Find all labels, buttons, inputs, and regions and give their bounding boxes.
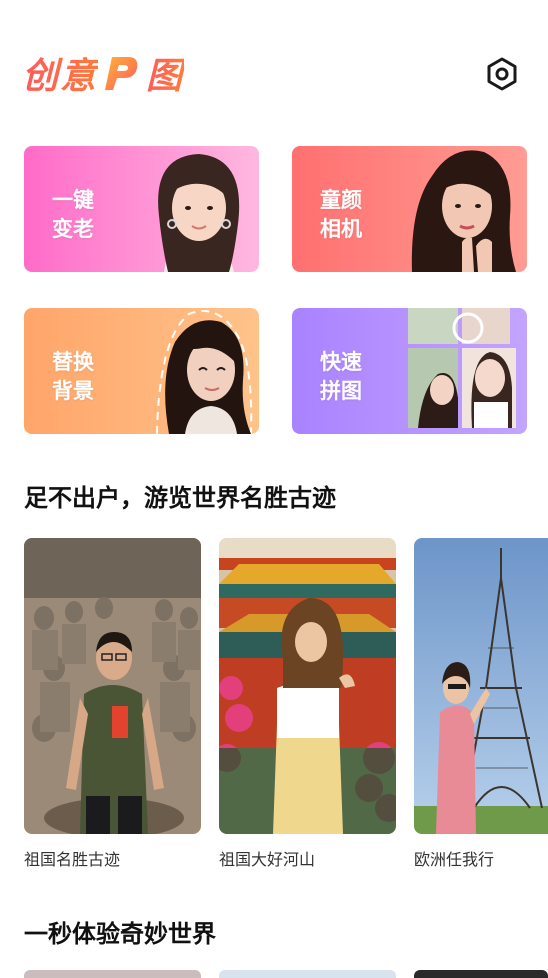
scene-card-heritage[interactable]: 祖国名胜古迹 <box>24 538 201 870</box>
scene-photo-eiffel <box>414 538 548 834</box>
scene-card-europe[interactable]: 欧洲任我行 <box>414 538 548 870</box>
portrait-image <box>411 150 516 272</box>
scene-caption: 祖国名胜古迹 <box>24 850 121 869</box>
app-header: 创意 图 <box>0 0 548 130</box>
scene-caption: 祖国大好河山 <box>219 850 316 869</box>
wonders-card-peek[interactable] <box>414 970 548 978</box>
logo-p-mark-icon <box>105 57 138 90</box>
feature-label-aging: 一键变老 <box>52 188 94 241</box>
forbidden-city-scene-image <box>219 538 396 834</box>
feature-card-child-face[interactable]: 童颜相机 <box>292 146 527 272</box>
scene-photo-terracotta <box>24 538 201 834</box>
logo-text-right: 图 <box>146 47 184 99</box>
feature-card-replace-bg[interactable]: 替换背景 <box>24 308 259 434</box>
feature-label-puzzle: 快速拼图 <box>320 350 362 403</box>
terracotta-scene-image <box>24 538 201 834</box>
app-logo: 创意 图 <box>22 47 184 99</box>
collage-image <box>408 308 516 428</box>
feature-label-replace-bg: 替换背景 <box>52 350 94 403</box>
feature-card-puzzle[interactable]: 快速拼图 <box>292 308 527 434</box>
scene-caption: 欧洲任我行 <box>414 850 495 869</box>
section-title-landmarks: 足不出户，游览世界名胜古迹 <box>24 484 336 512</box>
settings-button[interactable] <box>484 56 520 92</box>
section-title-wonders: 一秒体验奇妙世界 <box>24 920 216 948</box>
feature-label-child-face: 童颜相机 <box>320 188 362 241</box>
logo-text-left: 创意 <box>22 47 98 99</box>
wonders-card-peek[interactable] <box>219 970 396 978</box>
wonders-card-peek[interactable] <box>24 970 201 978</box>
portrait-image <box>158 154 240 272</box>
settings-hexagon-icon <box>487 57 517 91</box>
feature-card-aging[interactable]: 一键变老 <box>24 146 259 272</box>
eiffel-scene-image <box>414 538 548 834</box>
portrait-image <box>156 310 253 434</box>
scene-card-landscape[interactable]: 祖国大好河山 <box>219 538 396 870</box>
scene-photo-forbidden-city <box>219 538 396 834</box>
